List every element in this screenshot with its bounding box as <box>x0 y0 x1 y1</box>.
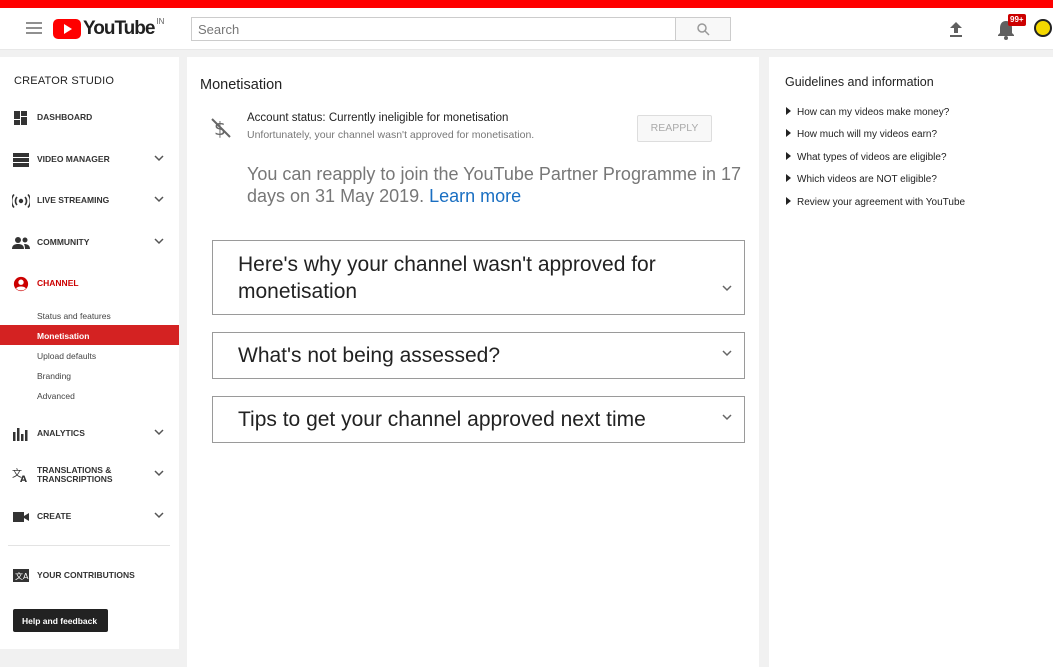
svg-text:$: $ <box>214 118 226 140</box>
caret-right-icon <box>786 174 791 182</box>
chevron-down-icon <box>154 238 164 245</box>
sidebar-header: CREATOR STUDIO <box>14 75 115 87</box>
community-icon <box>12 237 30 249</box>
subitem-upload-defaults[interactable]: Upload defaults <box>0 345 179 365</box>
chevron-down-icon <box>722 285 732 292</box>
sidebar-item-label: DASHBOARD <box>37 112 93 122</box>
chevron-down-icon <box>154 429 164 436</box>
sidebar-item-create[interactable]: CREATE <box>0 502 179 532</box>
sidebar-item-community[interactable]: COMMUNITY <box>0 228 179 258</box>
subitem-advanced[interactable]: Advanced <box>0 385 179 405</box>
chevron-down-icon <box>722 350 732 357</box>
sidebar-item-channel[interactable]: CHANNEL <box>0 269 179 299</box>
sidebar: CREATOR STUDIO DASHBOARD VIDEO MANAGER L… <box>0 57 179 649</box>
guideline-link-label: How can my videos make money? <box>797 107 950 118</box>
chevron-down-icon <box>722 414 732 421</box>
reapply-note: You can reapply to join the YouTube Part… <box>247 163 747 207</box>
caret-right-icon <box>786 129 791 137</box>
accordion-title: What's not being assessed? <box>238 344 500 367</box>
guideline-link[interactable]: How much will my videos earn? <box>786 129 937 140</box>
accordion-tips[interactable]: Tips to get your channel approved next t… <box>212 396 745 443</box>
sidebar-item-label: CREATE <box>37 511 72 521</box>
youtube-play-icon <box>53 19 81 39</box>
dashboard-icon <box>14 111 27 125</box>
guidelines-panel: Guidelines and information How can my vi… <box>769 57 1053 667</box>
help-and-feedback-button[interactable]: Help and feedback <box>13 609 108 632</box>
sidebar-item-dashboard[interactable]: DASHBOARD <box>0 103 179 133</box>
guideline-link[interactable]: Which videos are NOT eligible? <box>786 174 937 185</box>
sidebar-item-label: ANALYTICS <box>37 428 85 438</box>
guideline-link-label: What types of videos are eligible? <box>797 152 947 163</box>
search-button[interactable] <box>676 17 731 41</box>
sidebar-divider <box>8 545 170 546</box>
sidebar-item-label: CHANNEL <box>37 278 79 288</box>
caret-right-icon <box>786 107 791 115</box>
analytics-icon <box>13 428 28 441</box>
caret-right-icon <box>786 197 791 205</box>
chevron-down-icon <box>154 155 164 162</box>
masthead: YouTube IN Search 99+ <box>0 8 1053 50</box>
learn-more-link[interactable]: Learn more <box>429 186 521 206</box>
subitem-status-and-features[interactable]: Status and features <box>0 305 179 325</box>
sidebar-item-video-manager[interactable]: VIDEO MANAGER <box>0 145 179 175</box>
subitem-branding[interactable]: Branding <box>0 365 179 385</box>
menu-icon[interactable] <box>26 22 42 36</box>
notifications-button[interactable]: 99+ <box>996 14 1026 42</box>
avatar[interactable] <box>1034 19 1052 37</box>
youtube-logo[interactable]: YouTube IN <box>53 16 165 40</box>
svg-text:A: A <box>20 475 27 483</box>
notification-badge: 99+ <box>1008 14 1026 26</box>
upload-icon[interactable] <box>946 20 966 38</box>
guideline-link[interactable]: Review your agreement with YouTube <box>786 197 965 208</box>
logo-region: IN <box>156 16 165 26</box>
caret-right-icon <box>786 152 791 160</box>
sidebar-item-label: VIDEO MANAGER <box>37 154 110 164</box>
guideline-link-label: Which videos are NOT eligible? <box>797 174 937 185</box>
contributions-icon: 文A <box>13 569 29 582</box>
accordion-why-not-approved[interactable]: Here's why your channel wasn't approved … <box>212 240 745 315</box>
no-money-icon: $ <box>211 118 231 140</box>
sidebar-item-label: TRANSLATIONS & TRANSCRIPTIONS <box>37 466 113 484</box>
account-status-detail: Unfortunately, your channel wasn't appro… <box>247 129 535 141</box>
sidebar-item-label: COMMUNITY <box>37 237 90 247</box>
guideline-link-label: How much will my videos earn? <box>797 129 938 140</box>
guideline-link[interactable]: What types of videos are eligible? <box>786 152 947 163</box>
sidebar-item-your-contributions[interactable]: 文A YOUR CONTRIBUTIONS <box>0 561 179 591</box>
chevron-down-icon <box>154 196 164 203</box>
search-icon <box>696 22 710 36</box>
sidebar-item-label: LIVE STREAMING <box>37 195 110 205</box>
sidebar-item-live-streaming[interactable]: LIVE STREAMING <box>0 186 179 216</box>
label-line-2: TRANSCRIPTIONS <box>37 474 113 484</box>
translate-icon: 文A <box>12 467 27 483</box>
sidebar-item-analytics[interactable]: ANALYTICS <box>0 419 179 449</box>
sidebar-item-label: YOUR CONTRIBUTIONS <box>37 570 135 580</box>
subitem-monetisation[interactable]: Monetisation <box>0 325 179 345</box>
logo-text: YouTube <box>83 18 155 39</box>
guideline-link[interactable]: How can my videos make money? <box>786 107 949 118</box>
camera-icon <box>13 512 29 522</box>
guidelines-title: Guidelines and information <box>785 75 934 89</box>
accordion-title-line-2: monetisation <box>238 280 358 303</box>
accordion-title: Tips to get your channel approved next t… <box>238 408 646 431</box>
channel-icon <box>13 276 29 292</box>
sidebar-item-translations[interactable]: 文A TRANSLATIONS & TRANSCRIPTIONS <box>0 460 179 490</box>
chevron-down-icon <box>154 512 164 519</box>
video-manager-icon <box>13 153 29 167</box>
accordion-title: Here's why your channel wasn't approved … <box>238 251 708 305</box>
account-status: Account status: Currently ineligible for… <box>247 112 509 124</box>
chevron-down-icon <box>154 470 164 477</box>
guideline-link-label: Review your agreement with YouTube <box>797 197 966 208</box>
accordion-not-assessed[interactable]: What's not being assessed? <box>212 332 745 379</box>
page-title: Monetisation <box>200 77 283 93</box>
live-streaming-icon <box>12 193 30 209</box>
search-input[interactable]: Search <box>191 17 676 41</box>
top-accent-bar <box>0 0 1053 8</box>
reapply-button[interactable]: REAPPLY <box>637 115 712 142</box>
svg-text:文A: 文A <box>15 571 29 581</box>
main-content: Monetisation $ Account status: Currently… <box>187 57 759 667</box>
accordion-title-line-1: Here's why your channel wasn't approved … <box>238 253 656 276</box>
